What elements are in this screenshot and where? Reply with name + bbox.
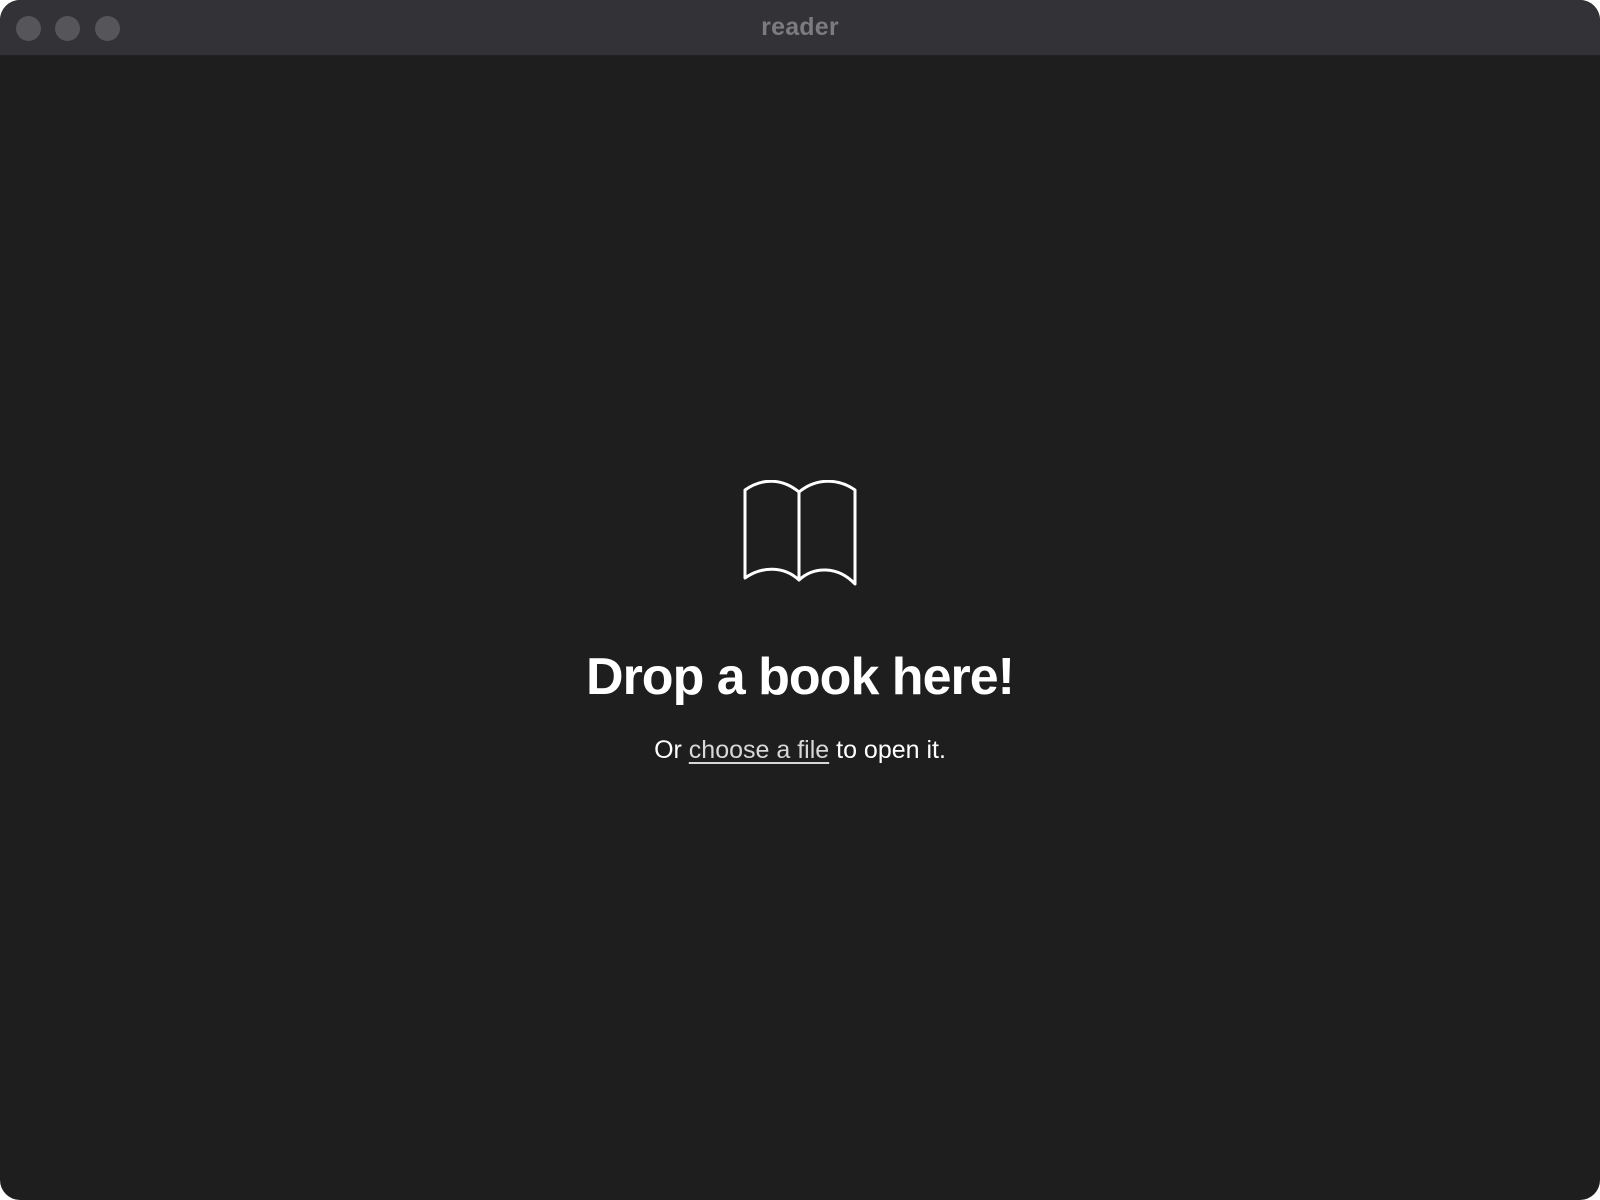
drop-zone[interactable]: Drop a book here! Or choose a file to op… bbox=[0, 56, 1600, 1200]
open-file-subtitle: Or choose a file to open it. bbox=[0, 733, 1600, 767]
choose-file-link[interactable]: choose a file bbox=[689, 736, 829, 764]
open-book-icon bbox=[743, 480, 857, 586]
drop-heading: Drop a book here! bbox=[586, 648, 1015, 706]
subtitle-prefix: Or bbox=[654, 736, 689, 764]
window-title: reader bbox=[761, 13, 839, 41]
subtitle-suffix: to open it. bbox=[829, 736, 946, 764]
title-bar[interactable]: reader bbox=[0, 0, 1600, 56]
app-window: reader Drop a book here! Or choose a fil… bbox=[0, 0, 1600, 1200]
